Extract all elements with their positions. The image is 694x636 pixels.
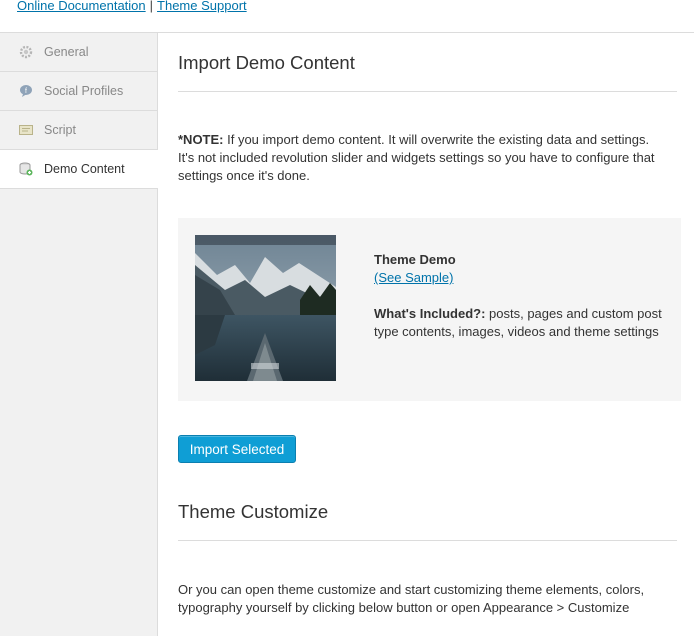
social-icon: f — [19, 84, 33, 98]
note-label: *NOTE: — [178, 132, 224, 147]
sidebar-item-label: Script — [44, 123, 76, 137]
demo-item[interactable]: Theme Demo (See Sample) What's Included?… — [178, 218, 681, 401]
whats-included: What's Included?: posts, pages and custo… — [374, 305, 664, 341]
svg-text:f: f — [25, 88, 27, 95]
sidebar-item-label: Demo Content — [44, 162, 125, 176]
sidebar-item-label: General — [44, 45, 89, 59]
demo-title: Theme Demo — [374, 252, 456, 267]
import-selected-button[interactable]: Import Selected — [178, 435, 296, 463]
script-icon — [19, 123, 33, 137]
sidebar-item-social-profiles[interactable]: f Social Profiles — [0, 72, 157, 111]
sidebar-item-script[interactable]: Script — [0, 111, 157, 150]
online-documentation-link[interactable]: Online Documentation — [17, 0, 146, 13]
demo-info: Theme Demo (See Sample) What's Included?… — [374, 251, 664, 341]
title-divider — [178, 91, 677, 92]
customize-divider — [178, 540, 677, 541]
import-demo-title: Import Demo Content — [178, 52, 355, 73]
database-icon — [19, 162, 33, 176]
theme-customize-title: Theme Customize — [178, 501, 329, 522]
gear-icon — [19, 45, 33, 59]
see-sample-link[interactable]: (See Sample) — [374, 270, 453, 285]
note-body: If you import demo content. It will over… — [178, 132, 655, 183]
sidebar-item-label: Social Profiles — [44, 84, 124, 98]
sidebar-item-general[interactable]: General — [0, 33, 157, 72]
sidebar-item-demo-content[interactable]: Demo Content — [0, 150, 158, 189]
customize-text: Or you can open theme customize and star… — [178, 582, 645, 615]
theme-demo-thumbnail[interactable] — [195, 235, 336, 381]
sidebar: General f Social Profiles Script Demo Co… — [0, 33, 158, 636]
top-links: Online Documentation | Theme Support — [17, 0, 247, 13]
included-label: What's Included?: — [374, 306, 486, 321]
theme-support-link[interactable]: Theme Support — [157, 0, 247, 13]
note-text: *NOTE: If you import demo content. It wi… — [178, 131, 668, 185]
link-separator: | — [149, 0, 154, 13]
